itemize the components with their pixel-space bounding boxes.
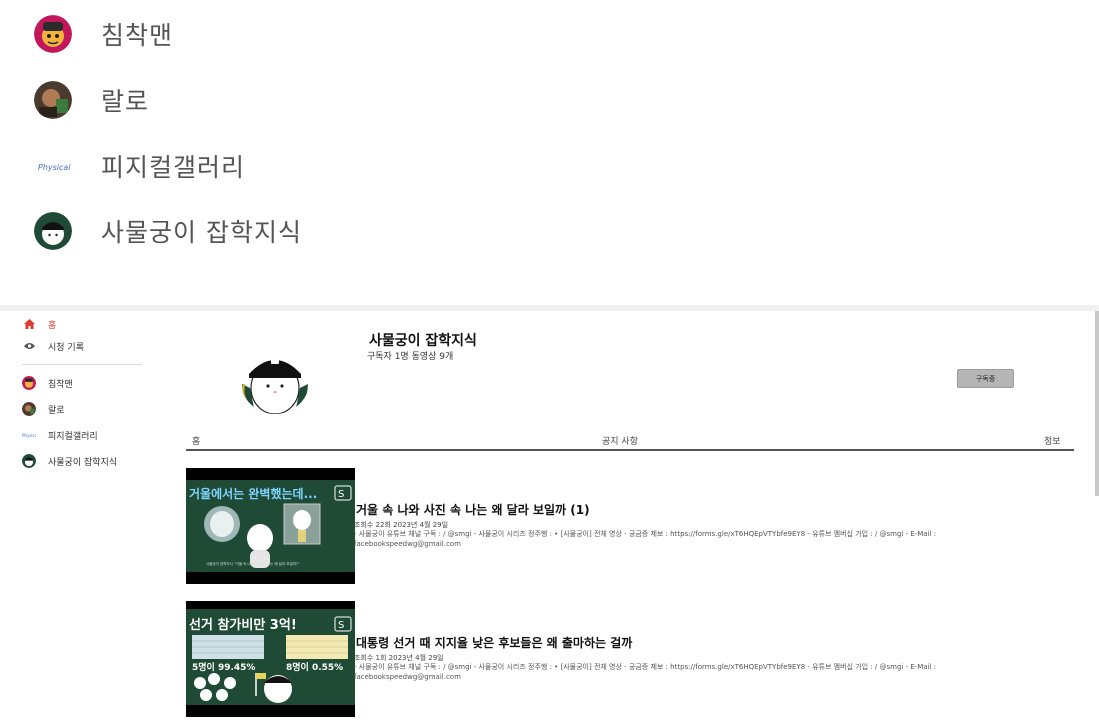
video-item[interactable]: 거울에서는 완벽했는데... S 사물궁이 잡학지식 "거울 속 나와 사진 속… <box>186 468 1076 584</box>
tab-home[interactable]: 홈 <box>192 434 200 447</box>
eye-icon <box>22 339 36 353</box>
subscribe-button[interactable]: 구독중 <box>957 369 1014 388</box>
sidebar-item-label: 홈 <box>48 320 57 331</box>
physical-gallery-logo-icon: Physical <box>22 428 36 442</box>
big-subscription-label: 랄로 <box>101 87 150 116</box>
channel-stats: 구독자 1명 동영상 9개 <box>367 352 454 362</box>
sidebar-item-subscription[interactable]: 랄로 <box>22 401 65 417</box>
svg-text:Physical: Physical <box>22 433 36 438</box>
thumbnail-caption: 사물궁이 잡학지식 "거울 속 나와 사진 속 나는 왜 달라 보일까?" <box>206 561 300 566</box>
video-item[interactable]: 선거 참가비만 3억! S 5명이 99.45% 8명이 0.55% 대통령 선… <box>186 601 1076 717</box>
sidebar-item-subscription[interactable]: 사물궁이 잡학지식 <box>22 453 117 469</box>
samulgungi-avatar-icon <box>34 212 72 250</box>
sidebar: 홈 시청 기록 침착맨 랄로 Physical 피지컬갤러리 <box>0 311 160 722</box>
thumbnail-left-label: 5명이 99.45% <box>192 661 255 673</box>
thumbnail-right-label: 8명이 0.55% <box>286 661 343 673</box>
channel-page: 홈 시청 기록 침착맨 랄로 Physical 피지컬갤러리 <box>0 311 1099 722</box>
physical-gallery-logo-icon: Physical <box>34 147 72 185</box>
channel-name: 사물궁이 잡학지식 <box>369 333 477 349</box>
thumbnail-headline: 거울에서는 완벽했는데... <box>189 486 317 501</box>
tab-about[interactable]: 정보 <box>1044 434 1061 447</box>
big-subscription-label: 피지컬갤러리 <box>101 153 246 182</box>
video-thumbnail[interactable]: 선거 참가비만 3억! S 5명이 99.45% 8명이 0.55% <box>186 601 355 717</box>
sidebar-item-subscription[interactable]: Physical 피지컬갤러리 <box>22 427 98 443</box>
svg-text:Physical: Physical <box>38 163 71 172</box>
big-subscription-label: 사물궁이 잡학지식 <box>101 218 302 247</box>
big-subscription-item[interactable]: 랄로 <box>34 80 149 120</box>
sidebar-item-history[interactable]: 시청 기록 <box>22 338 84 354</box>
subscription-list-enlarged: 침착맨 랄로 Physical 피지컬갤러리 사물궁이 잡학지식 <box>0 0 1099 305</box>
svg-text:S: S <box>338 620 344 631</box>
thumbnail-headline: 선거 참가비만 3억! <box>189 617 297 633</box>
channel-avatar-icon <box>240 344 310 414</box>
home-icon <box>22 317 36 331</box>
ralo-avatar-icon <box>34 81 72 119</box>
video-title[interactable]: 대통령 선거 때 지지율 낮은 후보들은 왜 출마하는 걸까 <box>356 634 632 651</box>
video-title[interactable]: 거울 속 나와 사진 속 나는 왜 달라 보일까 (1) <box>356 501 590 518</box>
video-description: - 사물궁이 유튜브 채널 구독 : / @smgi - 사물궁이 시리즈 정주… <box>354 530 937 548</box>
sidebar-item-home[interactable]: 홈 <box>22 316 56 332</box>
big-subscription-item[interactable]: 침착맨 <box>34 14 173 54</box>
sidebar-item-label: 시청 기록 <box>48 342 84 353</box>
ralo-avatar-icon <box>22 402 36 416</box>
big-subscription-item[interactable]: 사물궁이 잡학지식 <box>34 211 302 251</box>
sidebar-item-subscription[interactable]: 침착맨 <box>22 375 73 391</box>
chimchakman-avatar-icon <box>22 376 36 390</box>
sidebar-item-label: 랄로 <box>48 405 65 416</box>
samulgungi-avatar-icon <box>22 454 36 468</box>
sidebar-item-label: 침착맨 <box>48 379 73 390</box>
sidebar-item-label: 피지컬갤러리 <box>48 431 98 442</box>
scrollbar[interactable] <box>1095 311 1099 496</box>
video-thumbnail[interactable]: 거울에서는 완벽했는데... S 사물궁이 잡학지식 "거울 속 나와 사진 속… <box>186 468 355 584</box>
channel-tabs: 홈 공지 사항 정보 <box>186 429 1074 451</box>
sidebar-divider <box>22 364 142 365</box>
chimchakman-avatar-icon <box>34 15 72 53</box>
svg-text:S: S <box>338 489 344 500</box>
big-subscription-item[interactable]: Physical 피지컬갤러리 <box>34 146 245 186</box>
tab-notices[interactable]: 공지 사항 <box>602 434 638 447</box>
sidebar-item-label: 사물궁이 잡학지식 <box>48 457 118 468</box>
big-subscription-label: 침착맨 <box>101 21 174 50</box>
video-description: - 사물궁이 유튜브 채널 구독 : / @smgi - 사물궁이 시리즈 정주… <box>354 663 937 681</box>
